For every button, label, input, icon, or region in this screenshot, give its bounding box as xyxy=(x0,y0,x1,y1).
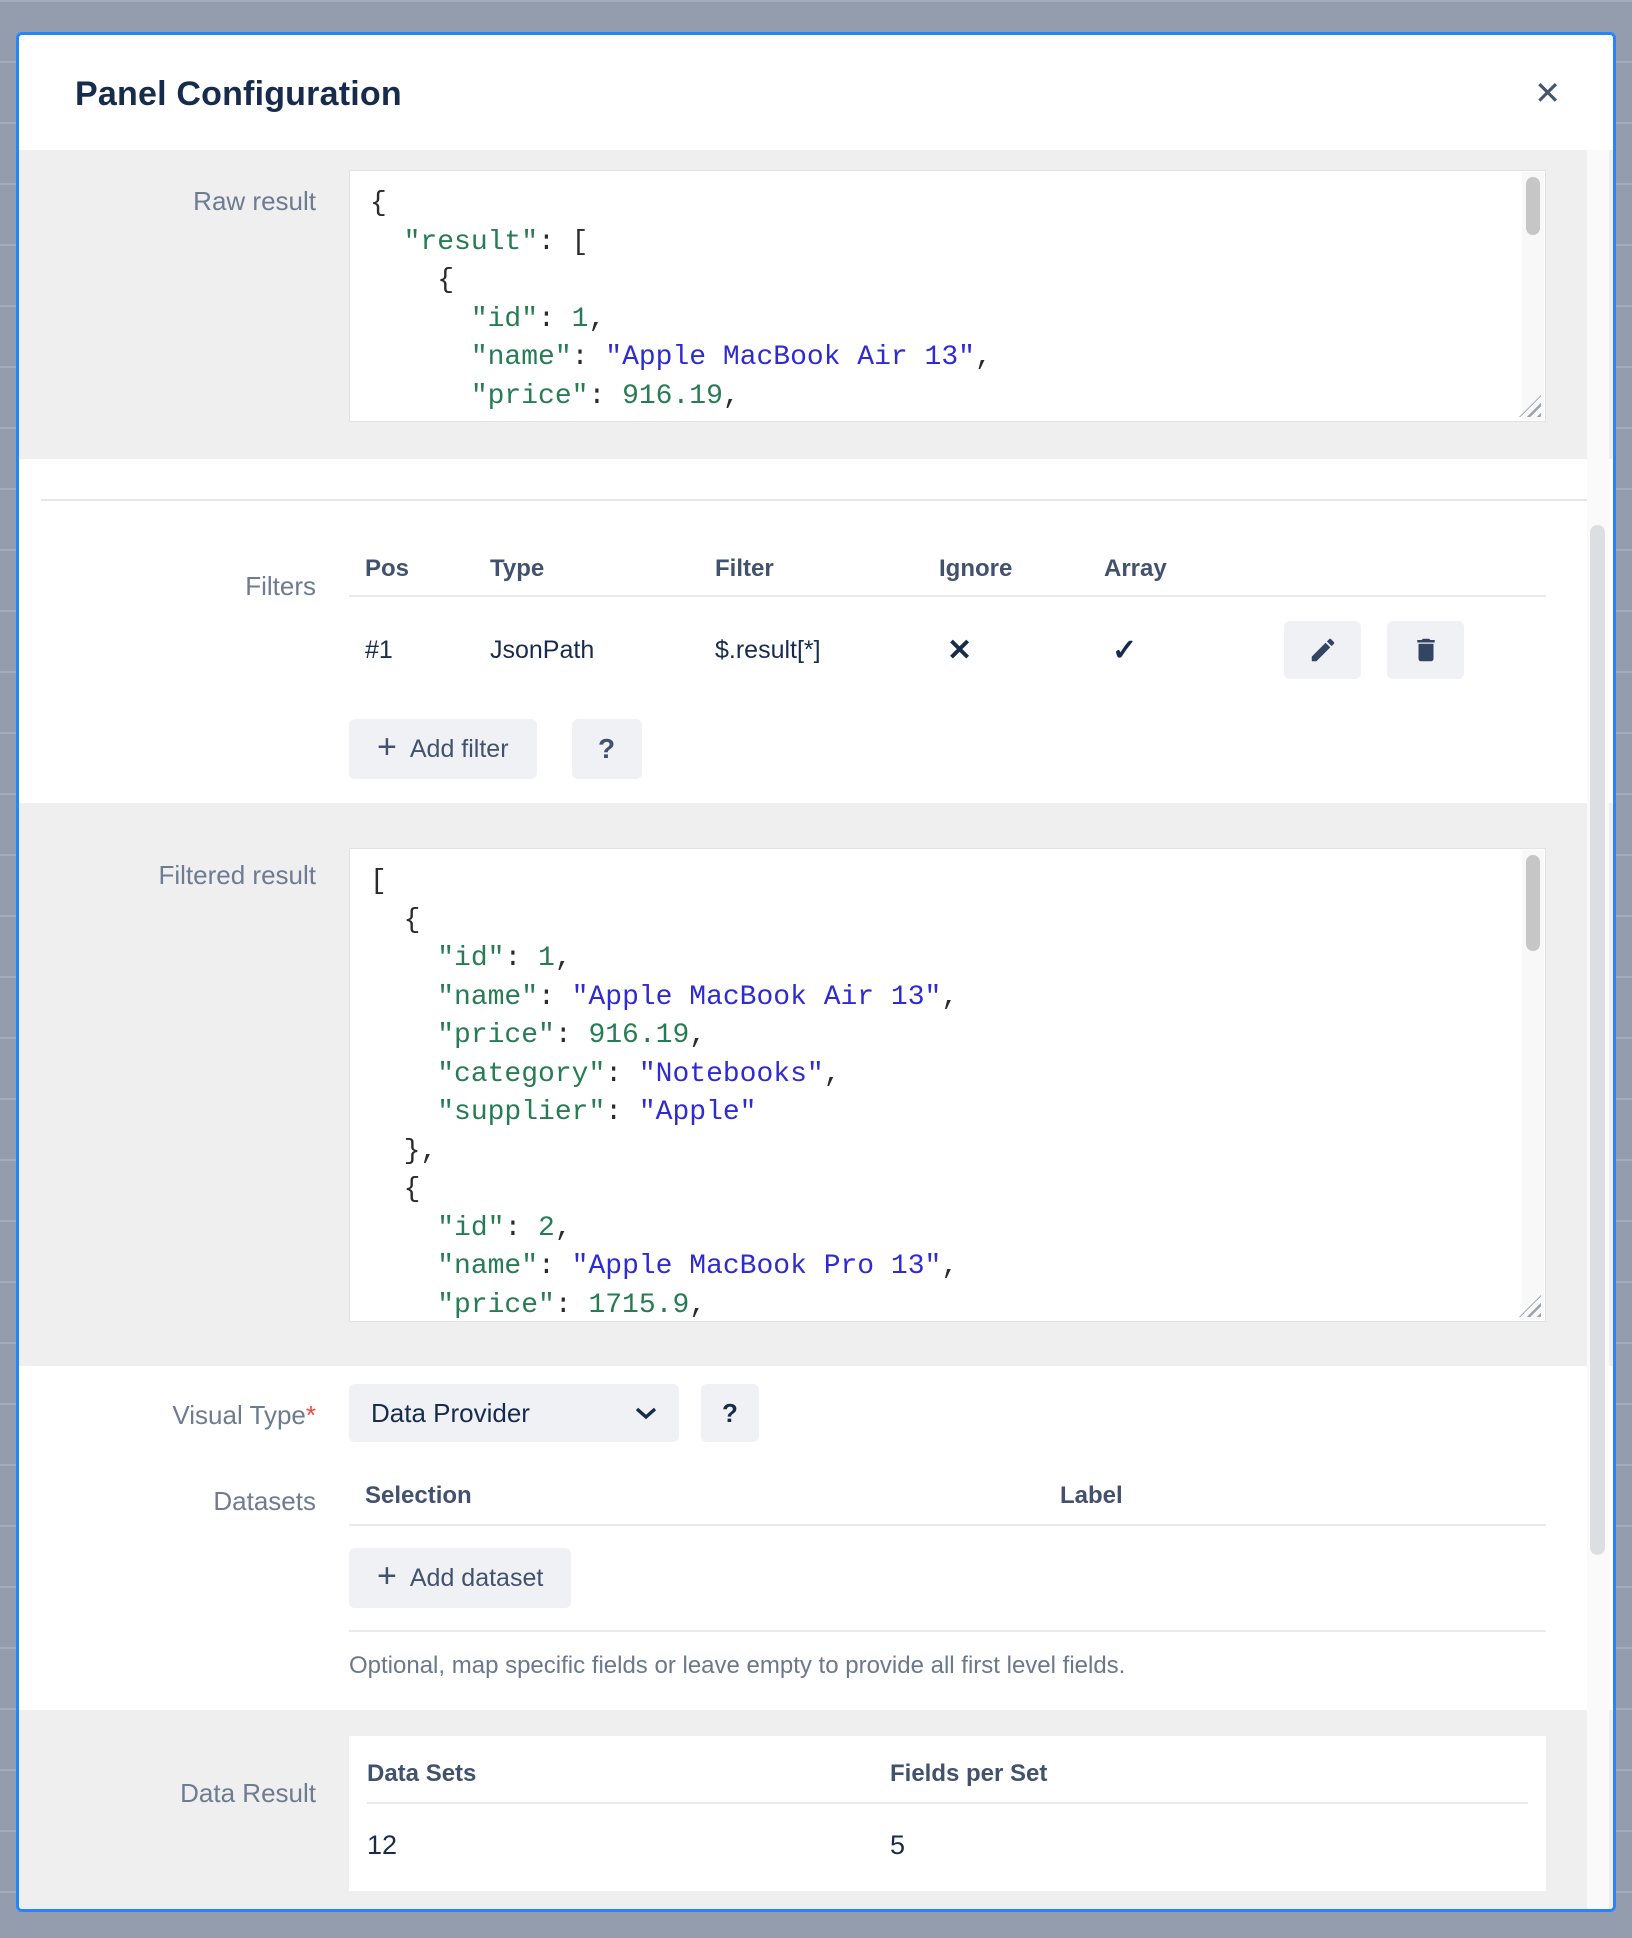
filtered-result-scroll-thumb[interactable] xyxy=(1526,855,1540,951)
visual-type-value: Data Provider xyxy=(371,1398,530,1429)
column-header-type: Type xyxy=(490,555,715,583)
datasets-helper-text: Optional, map specific fields or leave e… xyxy=(349,1652,1546,1680)
datasets-empty-row: + Add dataset xyxy=(349,1526,1546,1632)
raw-result-scroll-thumb[interactable] xyxy=(1526,177,1540,235)
filtered-result-code: [ { "id": 1, "name": "Apple MacBook Air … xyxy=(350,849,1545,1322)
visual-type-label: Visual Type* xyxy=(19,1384,349,1442)
page-backdrop: { "modal": { "title": "Panel Configurati… xyxy=(0,0,1632,1938)
data-sets-count: 12 xyxy=(367,1830,890,1861)
filters-help-button[interactable]: ? xyxy=(572,719,642,779)
column-header-array: Array xyxy=(1104,555,1284,583)
column-header-label: Label xyxy=(1060,1482,1546,1510)
filter-type: JsonPath xyxy=(490,636,715,665)
add-filter-label: Add filter xyxy=(410,735,509,764)
filtered-result-label: Filtered result xyxy=(19,848,349,1322)
add-dataset-button[interactable]: + Add dataset xyxy=(349,1548,571,1608)
filters-label: Filters xyxy=(19,555,349,779)
ignore-cross-icon: ✕ xyxy=(939,633,1104,668)
plus-icon: + xyxy=(377,730,397,764)
dialog-scrollbar[interactable] xyxy=(1587,150,1609,1909)
dialog-header: Panel Configuration ✕ xyxy=(19,35,1613,150)
filtered-result-section: Filtered result [ { "id": 1, "name": "Ap… xyxy=(19,803,1613,1366)
visual-type-label-text: Visual Type xyxy=(172,1400,305,1430)
datasets-label: Datasets xyxy=(19,1482,349,1680)
plus-icon: + xyxy=(377,1559,397,1593)
pencil-icon xyxy=(1308,635,1338,665)
filter-actions xyxy=(1284,621,1546,679)
filters-section: Filters Pos Type Filter Ignore Array #1 … xyxy=(19,517,1613,803)
data-result-header: Data Sets Fields per Set xyxy=(367,1736,1528,1804)
filters-table-header: Pos Type Filter Ignore Array xyxy=(349,555,1546,597)
filter-pos: #1 xyxy=(365,636,490,665)
data-result-label: Data Result xyxy=(19,1736,349,1912)
raw-result-textarea[interactable]: { "result": [ { "id": 1, "name": "Apple … xyxy=(349,170,1546,422)
chevron-down-icon xyxy=(635,1406,657,1420)
add-dataset-label: Add dataset xyxy=(410,1564,543,1593)
column-header-ignore: Ignore xyxy=(939,555,1104,583)
column-header-filter: Filter xyxy=(715,555,939,583)
filters-buttons: + Add filter ? xyxy=(349,719,1546,779)
raw-result-scrollbar[interactable] xyxy=(1522,172,1544,420)
filter-row: #1 JsonPath $.result[*] ✕ ✓ xyxy=(349,621,1546,679)
dialog-title: Panel Configuration xyxy=(75,75,1557,114)
fields-per-set-count: 5 xyxy=(890,1830,1528,1861)
visual-type-help-button[interactable]: ? xyxy=(701,1384,759,1442)
filtered-result-textarea[interactable]: [ { "id": 1, "name": "Apple MacBook Air … xyxy=(349,848,1546,1322)
data-result-table: Data Sets Fields per Set 12 5 xyxy=(349,1736,1546,1891)
required-asterisk: * xyxy=(306,1400,316,1430)
close-icon[interactable]: ✕ xyxy=(1534,77,1561,109)
trash-icon xyxy=(1411,635,1441,665)
data-result-values: 12 5 xyxy=(367,1804,1528,1891)
data-result-section: Data Result Data Sets Fields per Set 12 … xyxy=(19,1710,1613,1912)
add-filter-button[interactable]: + Add filter xyxy=(349,719,537,779)
delete-filter-button[interactable] xyxy=(1387,621,1464,679)
column-header-fields-per-set: Fields per Set xyxy=(890,1760,1528,1788)
visual-type-section: Visual Type* Data Provider ? xyxy=(19,1366,1613,1482)
edit-filter-button[interactable] xyxy=(1284,621,1361,679)
raw-result-section: Raw result { "result": [ { "id": 1, "nam… xyxy=(19,150,1613,459)
column-header-selection: Selection xyxy=(365,1482,1060,1510)
visual-type-select[interactable]: Data Provider xyxy=(349,1384,679,1442)
dialog-scroll-thumb[interactable] xyxy=(1590,525,1605,1555)
raw-result-code: { "result": [ { "id": 1, "name": "Apple … xyxy=(350,171,1545,416)
datasets-table-header: Selection Label xyxy=(349,1482,1546,1526)
filter-expression: $.result[*] xyxy=(715,636,939,665)
column-header-pos: Pos xyxy=(365,555,490,583)
panel-configuration-dialog: Panel Configuration ✕ Raw result { "resu… xyxy=(16,32,1616,1912)
array-check-icon: ✓ xyxy=(1104,633,1284,668)
datasets-section: Datasets Selection Label + Add dataset O… xyxy=(19,1482,1613,1710)
column-header-data-sets: Data Sets xyxy=(367,1760,890,1788)
section-divider xyxy=(19,459,1613,517)
raw-result-label: Raw result xyxy=(19,170,349,422)
filtered-result-scrollbar[interactable] xyxy=(1522,850,1544,1320)
